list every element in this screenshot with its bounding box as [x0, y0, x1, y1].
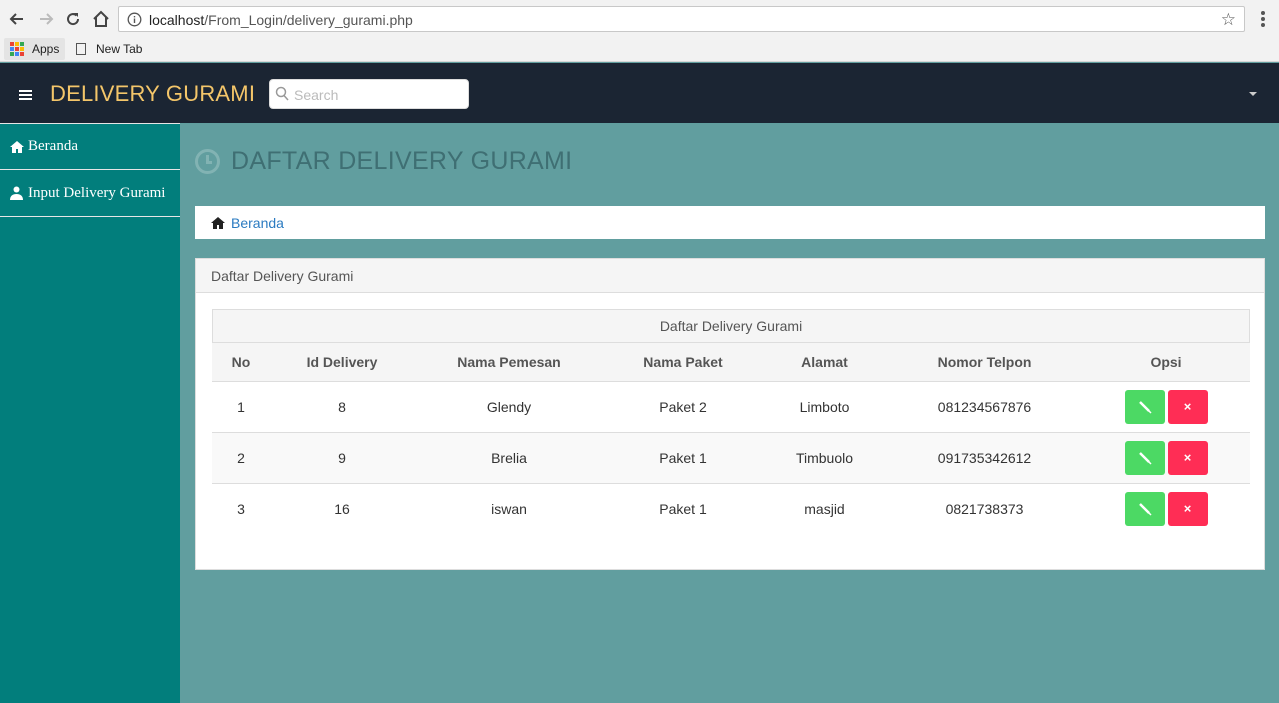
- page-icon: [76, 43, 86, 55]
- column-header: Nomor Telpon: [887, 343, 1082, 382]
- browser-toolbar: localhost/From_Login/delivery_gurami.php…: [0, 0, 1279, 38]
- edit-button[interactable]: [1124, 440, 1165, 475]
- cell-telpon: 0821738373: [945, 500, 1024, 517]
- table-caption: Daftar Delivery Gurami: [212, 309, 1250, 343]
- top-navbar: DELIVERY GURAMI: [0, 63, 1279, 123]
- forward-button[interactable]: [35, 8, 57, 30]
- cell-id: 16: [334, 500, 350, 517]
- edit-button[interactable]: [1124, 491, 1165, 526]
- sidebar-item-input-delivery[interactable]: Input Delivery Gurami: [0, 170, 180, 217]
- cell-opsi: ×: [1082, 381, 1250, 433]
- apps-grid-icon: [10, 42, 24, 56]
- search-box[interactable]: [269, 79, 469, 109]
- url-host: localhost: [149, 12, 205, 28]
- cell-opsi: ×: [1082, 483, 1250, 534]
- reload-button[interactable]: [62, 8, 84, 30]
- page-title: DAFTAR DELIVERY GURAMI: [231, 147, 573, 175]
- delivery-panel: Daftar Delivery Gurami Daftar Delivery G…: [195, 258, 1265, 570]
- cell-nama: iswan: [491, 500, 527, 517]
- bookmark-label: New Tab: [96, 42, 143, 56]
- cell-no: 3: [237, 500, 245, 517]
- bookmark-new-tab[interactable]: New Tab: [76, 38, 142, 60]
- cell-paket: Paket 2: [604, 381, 762, 433]
- table-row: 1 8 Glendy Paket 2 Limboto 081234567876 …: [212, 381, 1250, 433]
- table-header-row: No Id Delivery Nama Pemesan Nama Paket A…: [212, 343, 1250, 382]
- close-icon: ×: [1183, 450, 1192, 465]
- delivery-table: No Id Delivery Nama Pemesan Nama Paket A…: [212, 343, 1250, 534]
- close-icon: ×: [1183, 399, 1192, 414]
- panel-heading: Daftar Delivery Gurami: [196, 259, 1264, 293]
- cell-id: 9: [270, 432, 414, 484]
- home-button[interactable]: [90, 8, 112, 30]
- user-icon: [10, 186, 24, 200]
- user-dropdown-caret-icon[interactable]: [1249, 92, 1257, 96]
- delete-button[interactable]: ×: [1167, 491, 1208, 526]
- bookmark-apps[interactable]: Apps: [4, 38, 66, 60]
- brand-title[interactable]: DELIVERY GURAMI: [50, 81, 255, 107]
- breadcrumb: Beranda: [195, 206, 1265, 239]
- pencil-icon: [1138, 451, 1152, 465]
- sidebar-item-label: Beranda: [28, 138, 78, 154]
- edit-button[interactable]: [1124, 389, 1165, 424]
- address-bar[interactable]: localhost/From_Login/delivery_gurami.php…: [118, 6, 1245, 32]
- cell-opsi: ×: [1082, 432, 1250, 484]
- clock-icon: [195, 149, 220, 174]
- cell-alamat: Timbuolo: [762, 432, 887, 484]
- column-header: Nama Pemesan: [414, 343, 604, 382]
- url-text: localhost/From_Login/delivery_gurami.php: [149, 12, 413, 28]
- table-row: 2 9 Brelia Paket 1 Timbuolo 091735342612…: [212, 432, 1250, 484]
- table-row: 3 16 iswan Paket 1 masjid 0821738373 ×: [212, 483, 1250, 534]
- home-icon: [10, 140, 24, 153]
- delete-button[interactable]: ×: [1167, 389, 1208, 424]
- info-icon: [127, 12, 142, 27]
- sidebar-item-label: Input Delivery Gurami: [28, 184, 166, 201]
- back-arrow-icon: [9, 13, 23, 25]
- pencil-icon: [1138, 502, 1152, 516]
- search-icon: [275, 86, 289, 101]
- sidebar-item-beranda[interactable]: Beranda: [0, 123, 180, 170]
- cell-alamat: masjid: [804, 500, 845, 517]
- cell-alamat: Limboto: [762, 381, 887, 433]
- back-button[interactable]: [6, 8, 28, 30]
- cell-paket: Paket 1: [659, 500, 707, 517]
- bookmark-label: Apps: [32, 42, 60, 56]
- home-outline-icon: [93, 10, 109, 27]
- column-header: Nama Paket: [604, 343, 762, 382]
- search-input[interactable]: [294, 84, 464, 106]
- url-path: /From_Login/delivery_gurami.php: [204, 12, 413, 28]
- home-icon: [211, 216, 225, 229]
- hamburger-menu-icon[interactable]: [19, 90, 32, 100]
- cell-no: 2: [212, 432, 270, 484]
- forward-arrow-icon: [40, 13, 54, 25]
- column-header: Opsi: [1082, 343, 1250, 382]
- browser-menu-icon[interactable]: [1255, 9, 1271, 29]
- column-header: No: [212, 343, 270, 382]
- column-header: Alamat: [762, 343, 887, 382]
- close-icon: ×: [1183, 501, 1192, 517]
- reload-icon: [67, 13, 80, 26]
- pencil-icon: [1138, 400, 1152, 414]
- cell-no: 1: [212, 381, 270, 433]
- cell-nama: Glendy: [414, 381, 604, 433]
- bookmark-star-icon[interactable]: ☆: [1221, 10, 1236, 30]
- cell-telpon: 081234567876: [887, 381, 1082, 433]
- cell-telpon: 091735342612: [887, 432, 1082, 484]
- cell-nama: Brelia: [414, 432, 604, 484]
- bookmarks-bar: Apps New Tab: [0, 38, 1279, 62]
- page-header: DAFTAR DELIVERY GURAMI: [195, 147, 572, 176]
- delete-button[interactable]: ×: [1167, 440, 1208, 475]
- breadcrumb-link-beranda[interactable]: Beranda: [231, 215, 284, 231]
- sidebar: Beranda Input Delivery Gurami: [0, 123, 180, 703]
- cell-paket: Paket 1: [604, 432, 762, 484]
- column-header: Id Delivery: [270, 343, 414, 382]
- cell-id: 8: [270, 381, 414, 433]
